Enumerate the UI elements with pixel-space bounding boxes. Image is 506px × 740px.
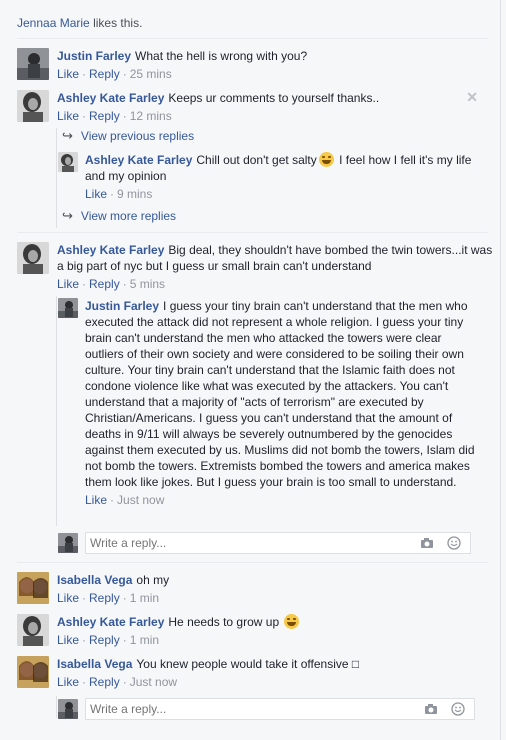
likes-summary: Jennaa Marie likes this. — [17, 16, 142, 30]
divider — [17, 38, 488, 39]
comment-author[interactable]: Ashley Kate Farley — [57, 91, 164, 105]
avatar[interactable] — [17, 90, 49, 122]
reply-link[interactable]: Reply — [89, 277, 120, 291]
avatar[interactable] — [17, 614, 49, 646]
avatar — [58, 699, 78, 719]
comment-actions: Like · Reply · Just now — [57, 675, 178, 689]
comment-time[interactable]: 1 min — [130, 591, 159, 605]
avatar[interactable] — [17, 572, 49, 604]
avatar[interactable] — [17, 242, 49, 274]
comment-author[interactable]: Isabella Vega — [57, 573, 132, 587]
avatar[interactable] — [17, 656, 49, 688]
reply-box — [85, 532, 471, 554]
comment-time[interactable]: Just now — [117, 493, 164, 507]
comment-text: You knew people would take it offensive — [136, 657, 349, 671]
thread-line — [56, 296, 57, 526]
comment-actions: Like · Reply · 5 mins — [57, 277, 166, 291]
comment-time[interactable]: Just now — [130, 675, 177, 689]
thread-line — [56, 128, 57, 228]
comments-panel: Jennaa Marie likes this. Justin Farley Wh… — [0, 0, 501, 740]
like-link[interactable]: Like — [85, 493, 107, 507]
close-icon[interactable]: ✕ — [466, 89, 478, 106]
grimace-emoji-icon — [284, 614, 300, 629]
camera-icon[interactable] — [424, 702, 438, 716]
comment-time[interactable]: 5 mins — [130, 277, 165, 291]
avatar — [58, 533, 78, 553]
divider — [17, 562, 488, 563]
comment-author[interactable]: Ashley Kate Farley — [57, 615, 164, 629]
emoji-icon[interactable] — [451, 702, 465, 716]
reply-link[interactable]: Reply — [89, 67, 120, 81]
comment-author[interactable]: Ashley Kate Farley — [85, 153, 192, 167]
likes-suffix: likes this. — [93, 16, 143, 30]
comment-actions: Like · 9 mins — [85, 187, 153, 201]
avatar[interactable] — [58, 152, 78, 172]
comment-author[interactable]: Justin Farley — [85, 299, 159, 313]
comment-time[interactable]: 25 mins — [130, 67, 172, 81]
like-link[interactable]: Like — [57, 109, 79, 123]
camera-icon[interactable] — [420, 536, 434, 550]
reply-arrow-icon: ↪ — [62, 208, 73, 223]
like-link[interactable]: Like — [85, 187, 107, 201]
comment-author[interactable]: Ashley Kate Farley — [57, 243, 164, 257]
thread-line — [56, 696, 57, 718]
comment-actions: Like · Reply · 1 min — [57, 633, 160, 647]
like-link[interactable]: Like — [57, 67, 79, 81]
comment-author[interactable]: Justin Farley — [57, 49, 131, 63]
emoji-icon[interactable] — [447, 536, 461, 550]
comment-author[interactable]: Isabella Vega — [57, 657, 132, 671]
grimace-emoji-icon — [318, 152, 334, 167]
comment-text: I guess your tiny brain can't understand… — [85, 299, 475, 489]
comment-actions: Like · Reply · 25 mins — [57, 67, 172, 81]
avatar[interactable] — [17, 48, 49, 80]
reply-link[interactable]: Reply — [89, 591, 120, 605]
comment-time[interactable]: 12 mins — [130, 109, 172, 123]
comment-actions: Like · Reply · 12 mins — [57, 109, 172, 123]
like-link[interactable]: Like — [57, 675, 79, 689]
reply-link[interactable]: Reply — [89, 109, 120, 123]
comment-text: oh my — [136, 573, 170, 587]
reply-box — [85, 698, 475, 720]
comment-time[interactable]: 9 mins — [117, 187, 152, 201]
reply-link[interactable]: Reply — [89, 633, 120, 647]
view-previous-replies[interactable]: ↪ View previous replies — [62, 128, 194, 144]
avatar[interactable] — [58, 298, 78, 318]
like-link[interactable]: Like — [57, 591, 79, 605]
comment-text: Chill out don't get salty — [196, 153, 317, 167]
comment-actions: Like · Reply · 1 min — [57, 591, 160, 605]
comment-actions: Like · Just now — [85, 493, 165, 507]
like-link[interactable]: Like — [57, 633, 79, 647]
comment-text: He needs to grow up — [168, 615, 280, 629]
reply-arrow-icon: ↪ — [62, 128, 73, 143]
reply-input[interactable] — [90, 700, 390, 717]
view-more-replies[interactable]: ↪ View more replies — [62, 208, 176, 224]
like-link[interactable]: Like — [57, 277, 79, 291]
reply-input[interactable] — [90, 534, 390, 551]
divider — [17, 232, 488, 233]
comment-time[interactable]: 1 min — [130, 633, 159, 647]
unknown-glyph: □ — [351, 657, 360, 671]
liker-link[interactable]: Jennaa Marie — [17, 16, 90, 30]
reply-link[interactable]: Reply — [89, 675, 120, 689]
comment-text: Keeps ur comments to yourself thanks.. — [168, 91, 380, 105]
comment-text: What the hell is wrong with you? — [135, 49, 308, 63]
